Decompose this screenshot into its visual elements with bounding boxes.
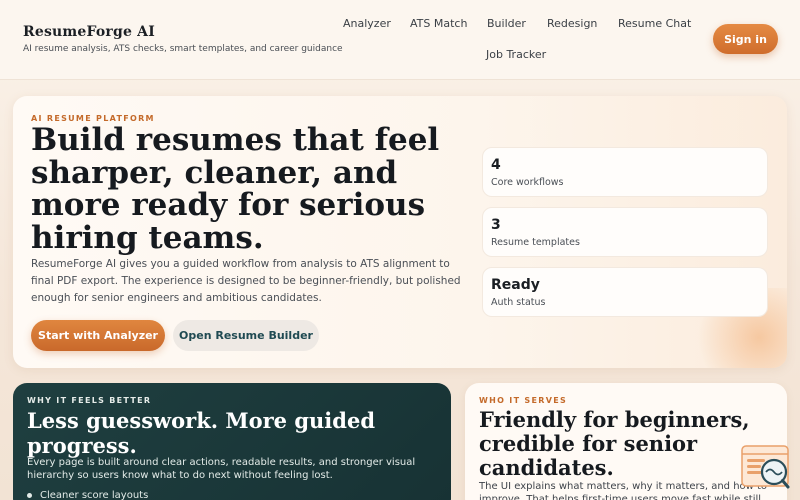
hero-description: ResumeForge AI gives you a guided workfl…	[31, 258, 461, 304]
nav-item-redesign[interactable]: Redesign	[547, 17, 597, 30]
who-it-serves-card: WHO IT SERVES Friendly for beginners, cr…	[465, 383, 787, 500]
why-it-feels-better-card: WHY IT FEELS BETTER Less guesswork. More…	[13, 383, 451, 500]
who-description: The UI explains what matters, why it mat…	[479, 481, 768, 500]
stat-value: 4	[491, 157, 501, 173]
search-document-icon	[741, 445, 790, 489]
start-with-analyzer-button[interactable]: Start with Analyzer	[31, 320, 165, 351]
stat-value: Ready	[491, 277, 540, 293]
stat-label: Resume templates	[491, 237, 580, 248]
hero-title: Build resumes that feel sharper, cleaner…	[31, 122, 440, 256]
brand-tagline: AI resume analysis, ATS checks, smart te…	[23, 44, 343, 54]
assistant-floating-button[interactable]	[740, 445, 792, 493]
open-resume-builder-button[interactable]: Open Resume Builder	[173, 320, 319, 351]
stat-card-templates: 3 Resume templates	[482, 207, 768, 257]
stat-card-auth-status: Ready Auth status	[482, 267, 768, 317]
bullet-text: Cleaner score layouts	[40, 490, 149, 500]
sign-in-button[interactable]: Sign in	[713, 24, 778, 54]
nav-item-resume-chat[interactable]: Resume Chat	[618, 17, 691, 30]
why-eyebrow: WHY IT FEELS BETTER	[27, 396, 152, 405]
hero-card: AI RESUME PLATFORM Build resumes that fe…	[13, 96, 787, 368]
nav-item-job-tracker[interactable]: Job Tracker	[486, 48, 546, 61]
stat-label: Auth status	[491, 297, 546, 308]
why-bullet-item: Cleaner score layouts	[27, 490, 148, 500]
nav-item-ats-match[interactable]: ATS Match	[410, 17, 467, 30]
who-eyebrow: WHO IT SERVES	[479, 396, 568, 405]
brand[interactable]: ResumeForge AI AI resume analysis, ATS c…	[23, 24, 343, 54]
brand-name: ResumeForge AI	[23, 24, 155, 40]
stat-value: 3	[491, 217, 501, 233]
nav-item-analyzer[interactable]: Analyzer	[343, 17, 391, 30]
stat-card-workflows: 4 Core workflows	[482, 147, 768, 197]
why-title: Less guesswork. More guided progress.	[27, 408, 376, 458]
top-header: ResumeForge AI AI resume analysis, ATS c…	[0, 0, 800, 80]
why-description: Every page is built around clear actions…	[27, 457, 416, 481]
bullet-dot-icon	[27, 492, 32, 498]
stat-label: Core workflows	[491, 177, 564, 188]
nav-item-builder[interactable]: Builder	[487, 17, 526, 30]
who-title: Friendly for beginners, credible for sen…	[479, 407, 750, 480]
